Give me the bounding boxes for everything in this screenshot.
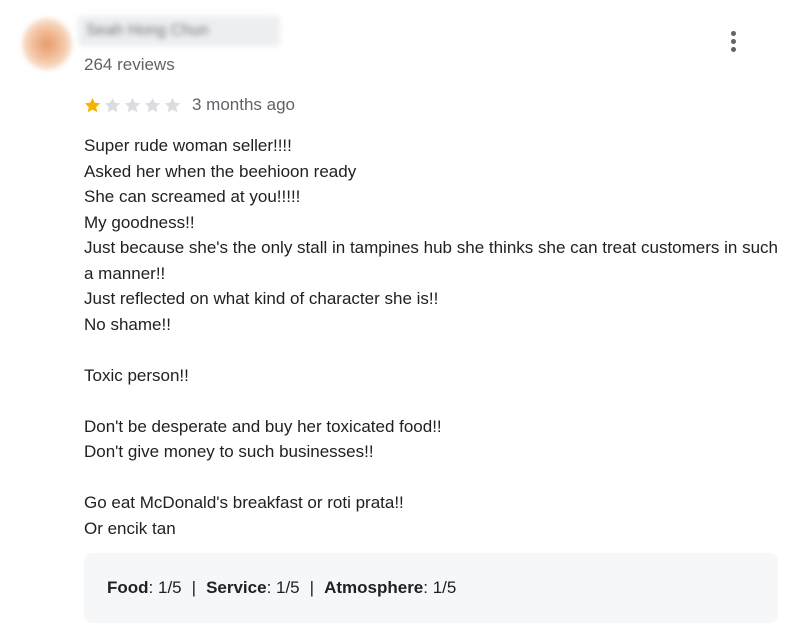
review-text-line: Just because she's the only stall in tam… — [84, 238, 779, 283]
review-date: 3 months ago — [192, 95, 296, 114]
review-text: Super rude woman seller!!!! Asked her whe… — [84, 133, 784, 541]
rating-row: 3 months ago — [83, 95, 295, 115]
food-value: : 1/5 — [148, 578, 182, 597]
more-vert-icon — [730, 30, 736, 36]
service-value: : 1/5 — [266, 578, 300, 597]
food-label: Food — [107, 578, 149, 597]
review-text-line: Don't be desperate and buy her toxicated… — [84, 416, 442, 436]
review-text-line: She can screamed at you!!!!! — [84, 187, 301, 206]
review-text-line: Asked her when the beehioon ready — [84, 161, 357, 181]
review-text-line: Toxic person!! — [84, 365, 189, 385]
review-text-line: No shame!! — [84, 314, 171, 334]
review-text-line — [84, 337, 784, 363]
star-empty-icon — [144, 97, 161, 112]
service-label: Service — [206, 578, 267, 597]
star-empty-icon — [124, 97, 141, 112]
review-text-line: Just reflected on what kind of character… — [84, 289, 439, 308]
more-vert-icon-dot — [730, 46, 736, 52]
review-text-line: Go eat McDonald's breakfast or roti prat… — [84, 493, 404, 512]
reviewer-name[interactable]: Seah Hong Chun — [78, 16, 280, 46]
review-count[interactable]: 264 reviews — [84, 55, 175, 75]
separator: | — [309, 578, 315, 597]
separator: | — [191, 578, 197, 597]
review-text-line: My goodness!! — [84, 212, 195, 232]
sub-ratings: Food : 1/5 | Service : 1/5 | Atmosphere … — [84, 553, 778, 623]
star-empty-icon — [164, 97, 181, 112]
atmosphere-label: Atmosphere — [324, 578, 424, 597]
star-empty-icon — [104, 97, 121, 112]
review-text-line: Don't give money to such businesses!! — [84, 442, 374, 461]
review-text-line — [84, 388, 784, 414]
atmosphere-value: : 1/5 — [423, 578, 457, 597]
review-text-line: Super rude woman seller!!!! — [84, 136, 292, 155]
review-text-line: Or encik tan — [84, 518, 176, 538]
star-filled-icon — [84, 97, 101, 112]
more-options-button[interactable] — [718, 26, 748, 56]
avatar[interactable] — [22, 18, 72, 70]
star-rating — [83, 96, 182, 115]
reviewer-name-text: Seah Hong Chun — [86, 22, 209, 39]
more-vert-icon-dot — [730, 38, 736, 44]
review-text-line — [84, 465, 784, 491]
